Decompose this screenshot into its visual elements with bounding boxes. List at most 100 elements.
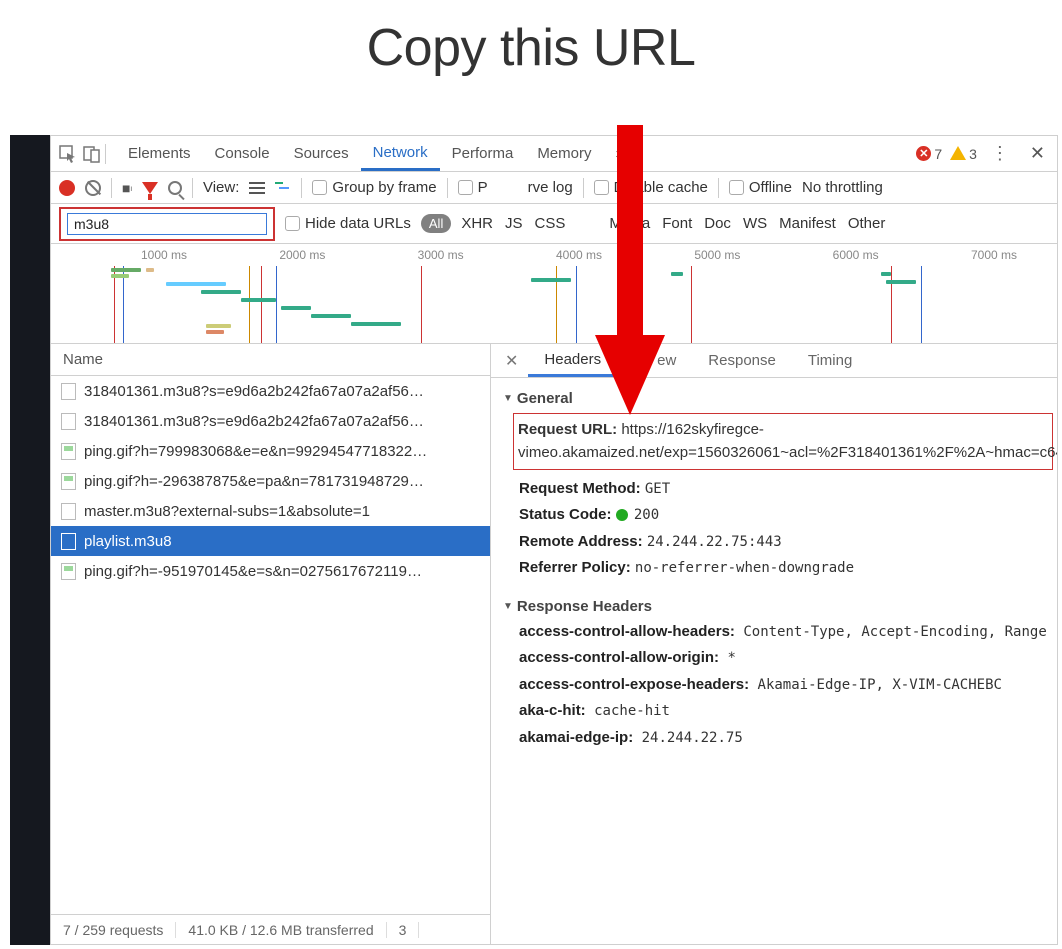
header-value: 24.244.22.75 — [633, 730, 743, 746]
separator — [583, 178, 584, 198]
tab-headers[interactable]: Headers — [528, 344, 617, 377]
referrer-policy-label: Referrer Policy: — [519, 559, 631, 576]
tab-elements[interactable]: Elements — [116, 136, 203, 171]
tab-preview[interactable]: ew — [617, 344, 692, 377]
disclosure-triangle-icon: ▼ — [503, 393, 513, 404]
more-menu-icon[interactable]: ⋮ — [985, 143, 1016, 164]
status-extra: 3 — [387, 922, 420, 938]
filter-font[interactable]: Font — [662, 215, 692, 232]
group-by-frame-checkbox[interactable]: Group by frame — [312, 179, 436, 196]
tab-response[interactable]: Response — [692, 344, 792, 377]
page-background-strip — [10, 135, 50, 945]
response-header-row: access-control-allow-origin: * — [495, 645, 1057, 672]
tab-memory[interactable]: Memory — [525, 136, 603, 171]
document-file-icon — [61, 503, 76, 520]
request-row[interactable]: ping.gif?h=799983068&e=e&n=9929454771832… — [51, 436, 490, 466]
tab-timing[interactable]: Timing — [792, 344, 868, 377]
filter-highlight — [59, 207, 275, 241]
record-icon[interactable] — [59, 180, 75, 196]
separator — [111, 178, 112, 198]
header-key: access-control-allow-headers: — [519, 623, 735, 640]
filter-css[interactable]: CSS — [535, 215, 566, 232]
request-row[interactable]: master.m3u8?external-subs=1&absolute=1 — [51, 496, 490, 526]
response-header-row: akamai-edge-ip: 24.244.22.75 — [495, 725, 1057, 752]
request-method-label: Request Method: — [519, 480, 641, 497]
section-response-headers[interactable]: ▼Response Headers — [495, 594, 1057, 619]
request-list-pane: Name 318401361.m3u8?s=e9d6a2b242fa67a07a… — [51, 344, 491, 944]
header-value: cache-hit — [586, 703, 670, 719]
tab-sources[interactable]: Sources — [282, 136, 361, 171]
tick-label: 6000 ms — [833, 248, 879, 262]
page-caption: Copy this URL — [0, 0, 1062, 108]
document-file-icon — [61, 413, 76, 430]
clear-icon[interactable] — [85, 180, 101, 196]
request-row[interactable]: 318401361.m3u8?s=e9d6a2b242fa67a07a2af56… — [51, 376, 490, 406]
checkbox-icon — [594, 180, 609, 195]
filter-js[interactable]: JS — [505, 215, 523, 232]
tab-performance[interactable]: Performa — [440, 136, 526, 171]
header-value: Content-Type, Accept-Encoding, Range — [735, 624, 1047, 640]
preserve-log-checkbox[interactable]: Prve log — [458, 179, 573, 196]
request-row[interactable]: ping.gif?h=-951970145&e=s&n=027561767211… — [51, 556, 490, 586]
header-key: akamai-edge-ip: — [519, 729, 633, 746]
screenshot-icon[interactable]: ■ᴵ — [122, 180, 132, 196]
filter-all-pill[interactable]: All — [421, 214, 451, 233]
request-url-label: Request URL: — [518, 421, 617, 438]
filter-icon[interactable] — [142, 182, 158, 194]
device-toggle-icon[interactable] — [81, 143, 103, 165]
filter-doc[interactable]: Doc — [704, 215, 731, 232]
separator — [447, 178, 448, 198]
request-row[interactable]: playlist.m3u8 — [51, 526, 490, 556]
request-name: master.m3u8?external-subs=1&absolute=1 — [84, 503, 370, 520]
filter-manifest[interactable]: Manifest — [779, 215, 836, 232]
section-general[interactable]: ▼General — [495, 386, 1057, 411]
checkbox-icon — [285, 216, 300, 231]
inspect-element-icon[interactable] — [57, 143, 79, 165]
tab-network[interactable]: Network — [361, 136, 440, 171]
close-detail-icon[interactable]: ✕ — [495, 351, 528, 371]
tab-console[interactable]: Console — [203, 136, 282, 171]
disable-cache-checkbox[interactable]: Disable cache — [594, 179, 708, 196]
separator — [718, 178, 719, 198]
tick-label: 2000 ms — [279, 248, 325, 262]
request-name: ping.gif?h=799983068&e=e&n=9929454771832… — [84, 443, 427, 460]
devtools-panel: Elements Console Sources Network Perform… — [50, 135, 1058, 945]
filter-ws[interactable]: WS — [743, 215, 767, 232]
waterfall-view-icon[interactable] — [275, 182, 291, 194]
request-url-highlight: Request URL: https://162skyfiregce-vimeo… — [513, 413, 1053, 470]
filter-media[interactable]: Media — [609, 215, 650, 232]
filter-xhr[interactable]: XHR — [461, 215, 493, 232]
response-header-row: access-control-allow-headers: Content-Ty… — [495, 619, 1057, 646]
offline-checkbox[interactable]: Offline — [729, 179, 792, 196]
tick-label: 5000 ms — [694, 248, 740, 262]
column-header-name[interactable]: Name — [51, 344, 490, 376]
separator — [105, 144, 106, 164]
image-file-icon — [61, 473, 76, 490]
tab-overflow[interactable]: » — [603, 136, 635, 171]
warning-count[interactable]: 3 — [950, 146, 977, 162]
checkbox-icon — [458, 180, 473, 195]
list-view-icon[interactable] — [249, 182, 265, 194]
image-file-icon — [61, 563, 76, 580]
request-row[interactable]: 318401361.m3u8?s=e9d6a2b242fa67a07a2af56… — [51, 406, 490, 436]
header-key: access-control-allow-origin: — [519, 649, 719, 666]
close-devtools-icon[interactable]: ✕ — [1024, 143, 1051, 164]
error-count[interactable]: ✕7 — [916, 146, 942, 162]
detail-tabs: ✕ Headers ew Response Timing — [491, 344, 1057, 378]
status-code-label: Status Code: — [519, 506, 612, 523]
header-value: Akamai-Edge-IP, X-VIM-CACHEBC — [749, 677, 1002, 693]
warning-icon — [950, 146, 966, 160]
image-file-icon — [61, 443, 76, 460]
response-header-row: aka-c-hit: cache-hit — [495, 698, 1057, 725]
request-name: ping.gif?h=-296387875&e=pa&n=78173194872… — [84, 473, 424, 490]
filter-input[interactable] — [67, 213, 267, 235]
hide-data-urls-checkbox[interactable]: Hide data URLs — [285, 215, 411, 232]
request-row[interactable]: ping.gif?h=-296387875&e=pa&n=78173194872… — [51, 466, 490, 496]
request-name: 318401361.m3u8?s=e9d6a2b242fa67a07a2af56… — [84, 383, 424, 400]
network-timeline[interactable]: 1000 ms 2000 ms 3000 ms 4000 ms 5000 ms … — [51, 244, 1057, 344]
network-toolbar: ■ᴵ View: Group by frame Prve log Disable… — [51, 172, 1057, 204]
tick-label: 3000 ms — [418, 248, 464, 262]
search-icon[interactable] — [168, 181, 182, 195]
filter-other[interactable]: Other — [848, 215, 886, 232]
throttling-select[interactable]: No throttling — [802, 179, 883, 196]
